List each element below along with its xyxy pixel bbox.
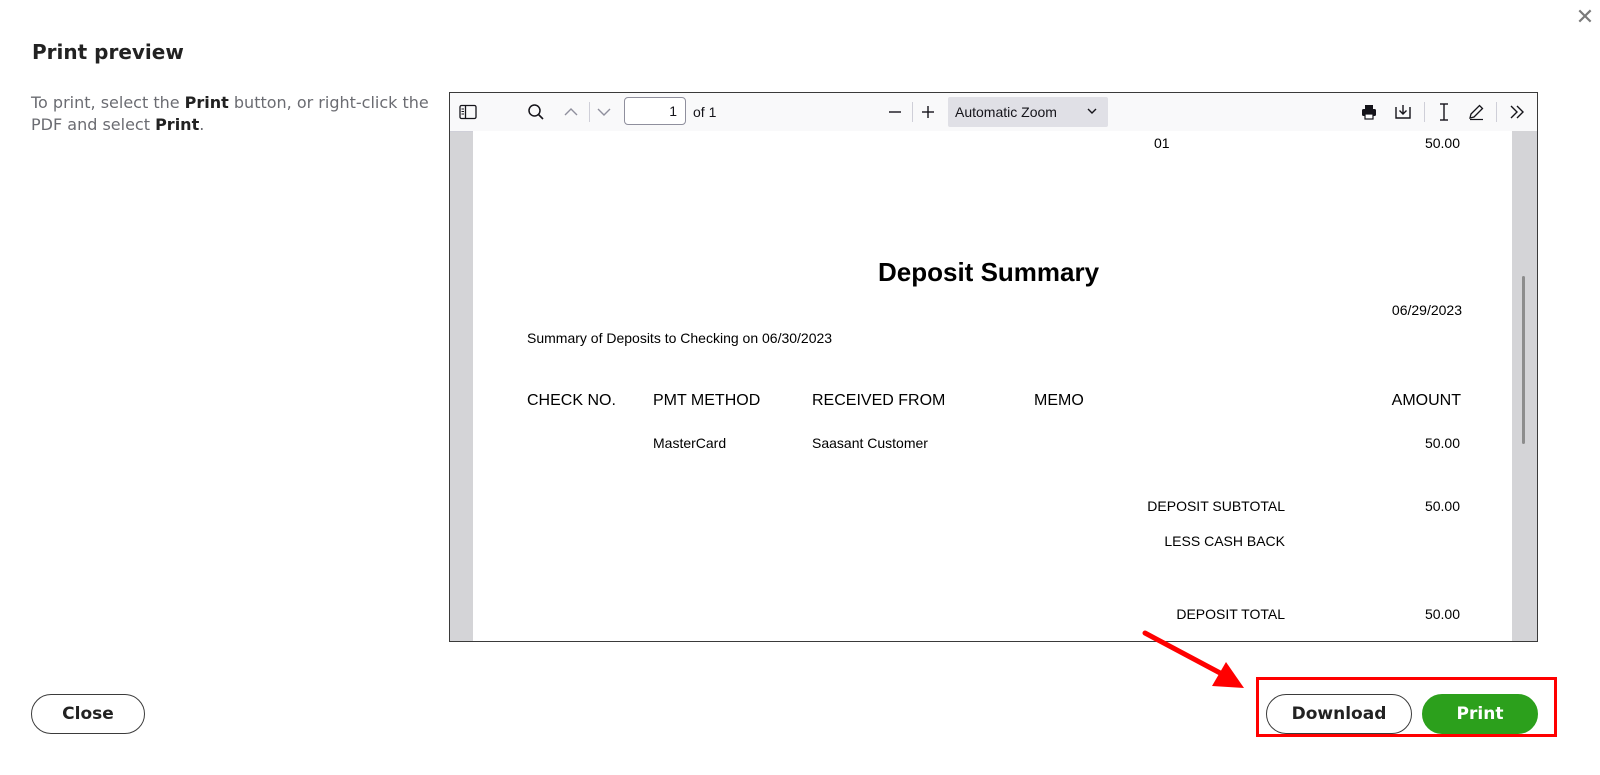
less-cash-back-label: LESS CASH BACK [1164, 533, 1285, 549]
zoom-select[interactable]: Automatic Zoom [948, 97, 1108, 127]
print-preview-dialog: Print preview ✕ To print, select the Pri… [0, 0, 1600, 775]
column-header-memo: MEMO [1034, 392, 1084, 409]
deposit-total-value: 50.00 [1424, 606, 1460, 622]
dialog-title: Print preview [32, 40, 184, 64]
document-date: 06/29/2023 [1391, 302, 1462, 318]
page-count: of 1 [693, 104, 717, 120]
zoom-select-value: Automatic Zoom [955, 104, 1057, 120]
toolbar-separator [912, 102, 913, 122]
row-amount: 50.00 [1424, 435, 1460, 451]
summary-line: Summary of Deposits to Checking on 06/30… [527, 330, 833, 346]
print-button[interactable]: Print [1422, 694, 1538, 734]
pdf-content-area[interactable]: 01 50.00 Deposit Summary 06/29/2023 Summ… [450, 131, 1537, 641]
close-button[interactable]: Close [31, 694, 145, 734]
print-icon[interactable] [1356, 99, 1382, 125]
instructions-bold-print-1: Print [184, 93, 229, 112]
toolbar-separator [1496, 102, 1497, 122]
top-row-amount: 50.00 [1424, 135, 1460, 151]
deposit-total-label: DEPOSIT TOTAL [1176, 606, 1285, 622]
deposit-subtotal-label: DEPOSIT SUBTOTAL [1147, 498, 1285, 514]
pdf-scrollbar[interactable] [1512, 131, 1537, 641]
scroll-thumb[interactable] [1522, 276, 1525, 444]
column-header-amount: AMOUNT [1391, 392, 1461, 409]
deposit-subtotal-value: 50.00 [1424, 498, 1460, 514]
pen-icon[interactable] [1463, 99, 1489, 125]
row-received-from: Saasant Customer [812, 435, 928, 451]
instructions-bold-print-2: Print [155, 115, 200, 134]
column-header-check-no: CHECK NO. [527, 392, 616, 409]
document-heading: Deposit Summary [878, 257, 1100, 287]
instructions-text-1: To print, select the [31, 93, 185, 112]
download-icon[interactable] [1390, 99, 1416, 125]
double-chevron-right-icon[interactable] [1504, 99, 1530, 125]
pdf-viewer: of 1 Automatic Zoom [449, 92, 1538, 642]
text-cursor-icon[interactable] [1431, 99, 1457, 125]
pdf-page: 01 50.00 Deposit Summary 06/29/2023 Summ… [473, 131, 1513, 641]
page-number-input[interactable] [624, 97, 686, 125]
top-row-ref: 01 [1154, 135, 1170, 151]
toolbar-separator [1424, 102, 1425, 122]
zoom-out-icon[interactable] [882, 99, 908, 125]
pdf-toolbar: of 1 Automatic Zoom [450, 93, 1537, 132]
download-button[interactable]: Download [1266, 694, 1412, 734]
print-instructions: To print, select the Print button, or ri… [31, 92, 451, 136]
column-header-received-from: RECEIVED FROM [812, 392, 946, 409]
chevron-down-icon[interactable] [591, 99, 617, 125]
row-pmt-method: MasterCard [653, 435, 727, 451]
chevron-up-icon[interactable] [558, 99, 584, 125]
instructions-text-3: . [199, 115, 205, 134]
zoom-in-icon[interactable] [915, 99, 941, 125]
sidebar-toggle-icon[interactable] [455, 99, 481, 125]
close-icon[interactable]: ✕ [1573, 6, 1597, 30]
column-header-pmt-method: PMT METHOD [653, 392, 761, 409]
search-icon[interactable] [523, 99, 549, 125]
toolbar-separator [589, 102, 590, 122]
